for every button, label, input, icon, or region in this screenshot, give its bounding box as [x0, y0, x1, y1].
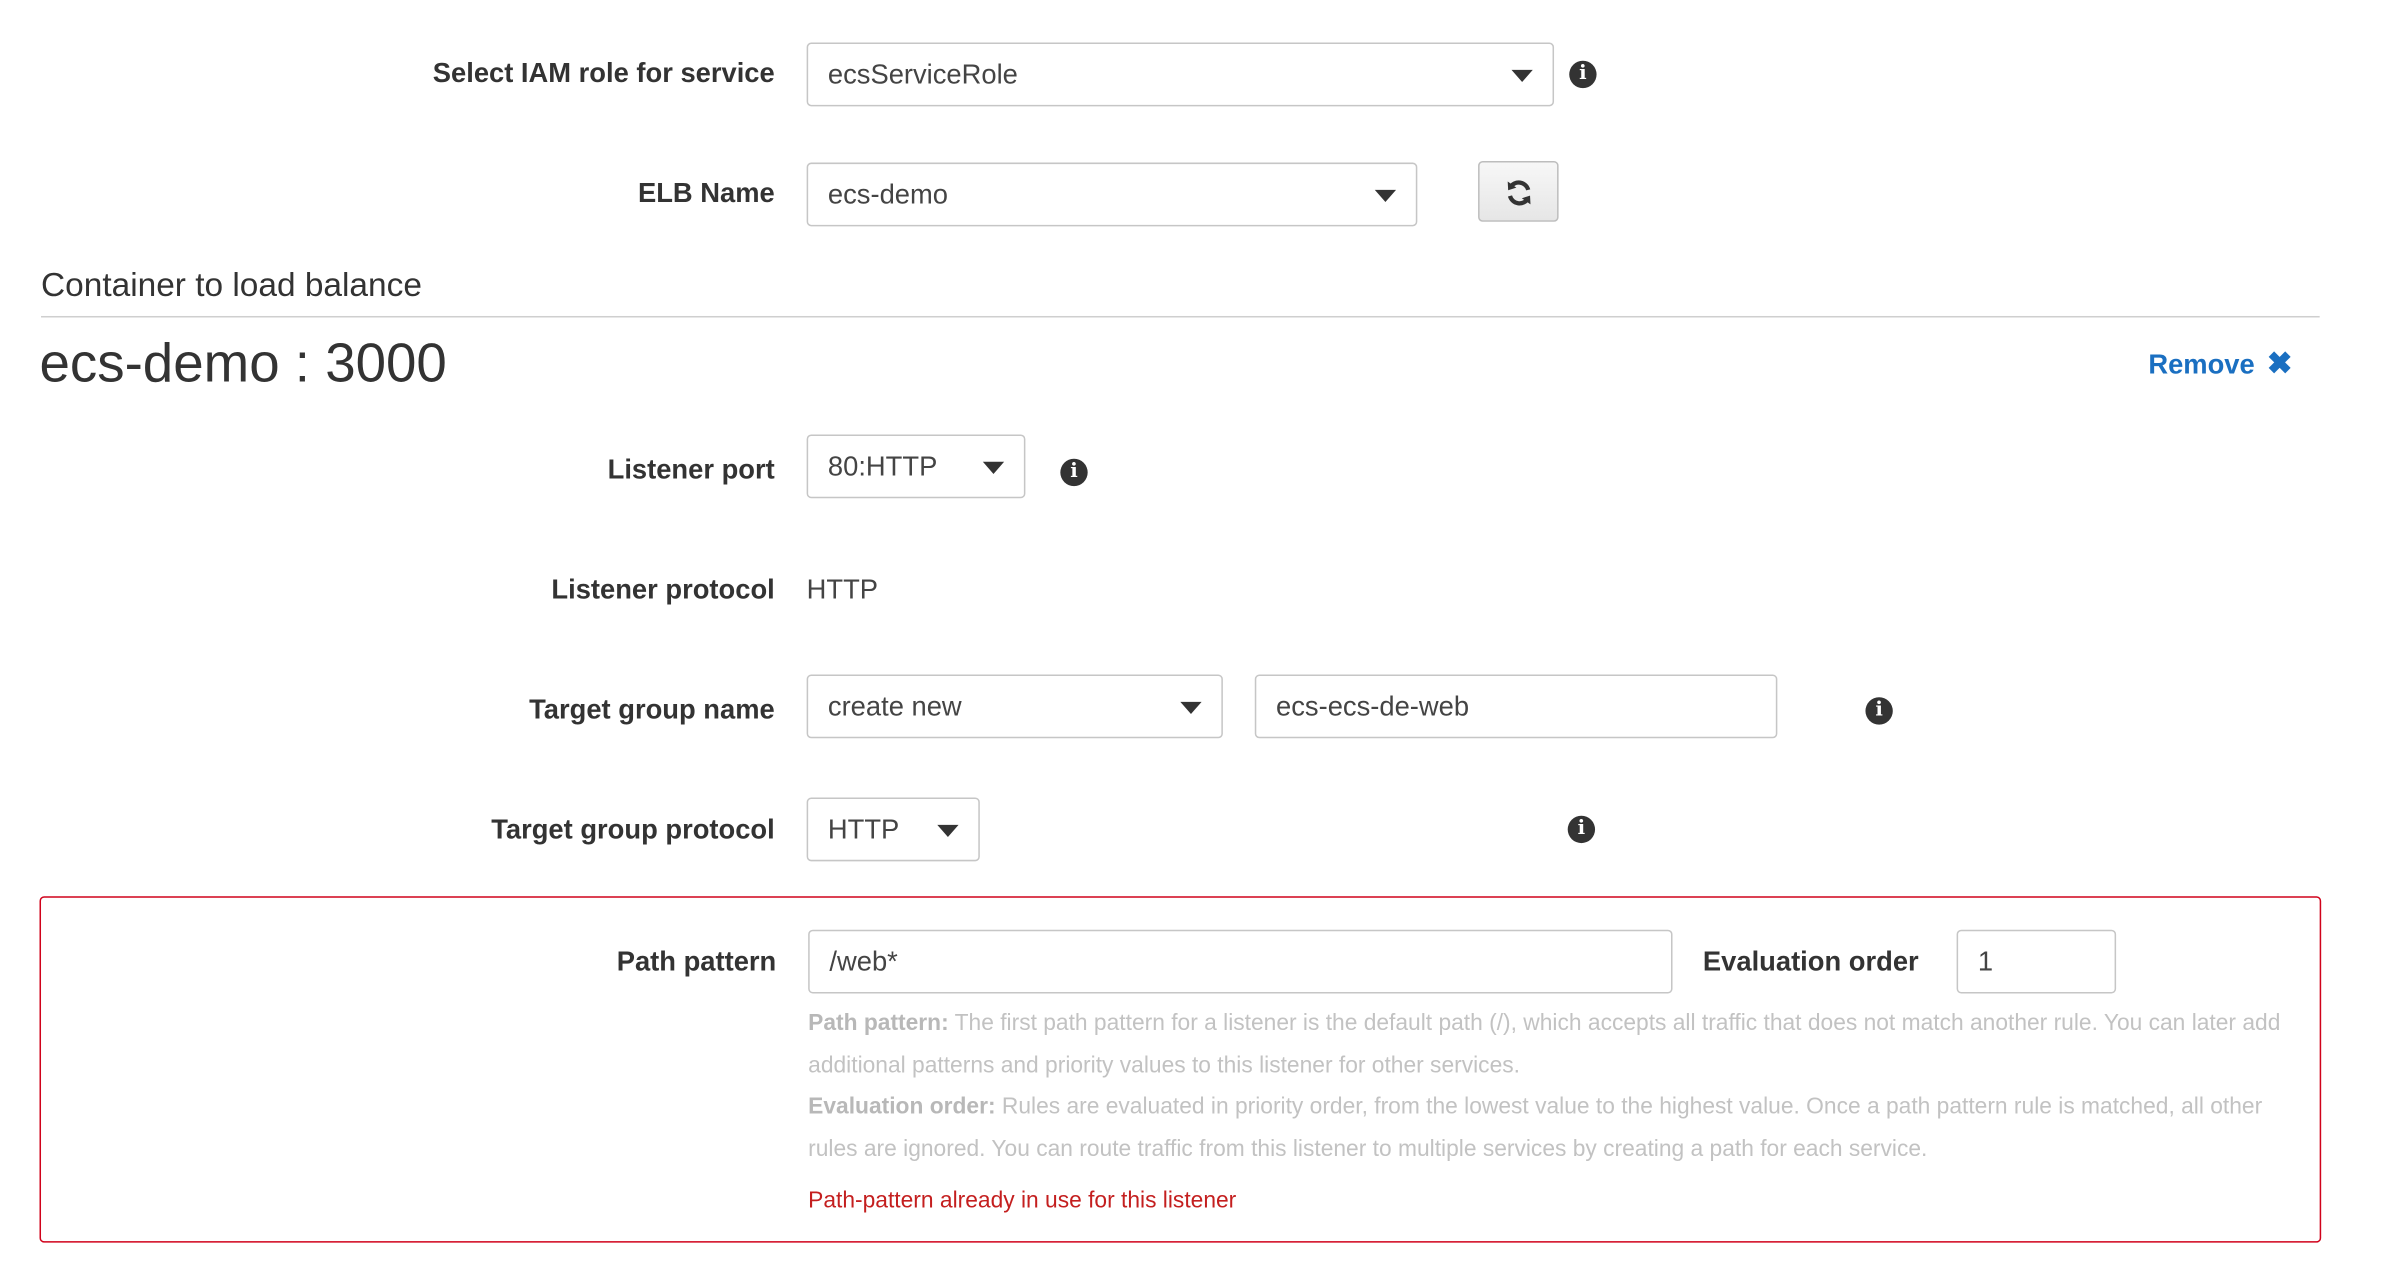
info-icon[interactable]: i: [1060, 458, 1088, 487]
path-pattern-help-text: Path pattern: The first path pattern for…: [808, 1003, 2304, 1170]
target-group-protocol-select[interactable]: HTTP: [806, 797, 980, 862]
path-pattern-value: /web*: [829, 946, 898, 977]
iam-role-select[interactable]: ecsServiceRole: [806, 42, 1555, 107]
target-group-protocol-label: Target group protocol: [491, 814, 775, 845]
help-order-text: Rules are evaluated in priority order, f…: [808, 1093, 2263, 1162]
target-group-name-label: Target group name: [529, 694, 775, 725]
listener-protocol-label: Listener protocol: [551, 574, 775, 605]
elb-name-select[interactable]: ecs-demo: [806, 162, 1418, 227]
evaluation-order-label: Evaluation order: [1702, 946, 1919, 977]
target-group-name-input[interactable]: ecs-ecs-de-web: [1254, 674, 1778, 739]
path-pattern-label: Path pattern: [616, 946, 777, 977]
help-order-title: Evaluation order:: [808, 1093, 996, 1120]
info-icon[interactable]: i: [1567, 815, 1596, 844]
remove-label: Remove: [2148, 349, 2255, 380]
info-icon[interactable]: i: [1865, 697, 1893, 725]
path-pattern-input[interactable]: /web*: [808, 929, 1673, 994]
caret-down-icon: [1180, 701, 1202, 714]
remove-button[interactable]: Remove ✖: [2148, 345, 2292, 383]
caret-down-icon: [982, 461, 1005, 474]
help-path-title: Path pattern:: [808, 1010, 949, 1037]
target-group-name-select-value: create new: [827, 691, 962, 722]
target-group-name-select[interactable]: create new: [806, 674, 1223, 739]
evaluation-order-input[interactable]: 1: [1956, 929, 2117, 994]
caret-down-icon: [937, 824, 959, 838]
evaluation-order-value: 1: [1977, 946, 1994, 977]
listener-port-value: 80:HTTP: [827, 451, 938, 482]
listener-protocol-value: HTTP: [806, 574, 879, 605]
target-group-protocol-value: HTTP: [827, 814, 900, 845]
listener-port-label: Listener port: [607, 454, 775, 485]
iam-role-label: Select IAM role for service: [432, 57, 775, 89]
load-balancing-form: Select IAM role for service ecsServiceRo…: [0, 0, 2382, 1279]
container-title: ecs-demo : 3000: [39, 331, 447, 394]
caret-down-icon: [1374, 189, 1397, 203]
listener-port-select[interactable]: 80:HTTP: [806, 434, 1026, 499]
container-section-title: Container to load balance: [41, 265, 422, 304]
path-pattern-error-message: Path-pattern already in use for this lis…: [808, 1187, 1237, 1214]
caret-down-icon: [1511, 69, 1533, 83]
help-path-text: The first path pattern for a listener is…: [808, 1010, 2281, 1078]
elb-name-value: ecs-demo: [827, 179, 948, 210]
info-icon[interactable]: i: [1569, 60, 1597, 89]
section-divider: [41, 315, 2320, 318]
refresh-button[interactable]: [1478, 161, 1559, 222]
close-icon: ✖: [2266, 347, 2293, 382]
elb-name-label: ELB Name: [637, 177, 775, 209]
iam-role-value: ecsServiceRole: [827, 59, 1018, 90]
refresh-icon: [1507, 180, 1531, 206]
target-group-name-input-value: ecs-ecs-de-web: [1276, 691, 1470, 722]
